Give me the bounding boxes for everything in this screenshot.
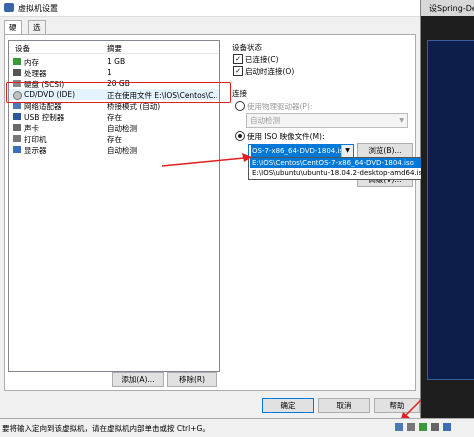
background-window: 设Spring-De <box>421 0 474 418</box>
status-text: 要将输入定向到该虚拟机，请在虚拟机内部单击或按 Ctrl+G。 <box>2 424 210 433</box>
title-bar: 虚拟机设置 <box>0 0 420 17</box>
physical-drive-select[interactable]: 自动检测 ▼ <box>246 113 408 128</box>
background-panel <box>427 40 474 380</box>
memory-icon <box>13 58 21 65</box>
iso-file-value: OS-7-x86_64-DVD-1804.iso <box>251 145 349 157</box>
device-row-sound[interactable]: 声卡 自动检测 <box>9 122 219 133</box>
device-row-printer[interactable]: 打印机 存在 <box>9 133 219 144</box>
tab-options[interactable]: 选项 <box>28 20 46 45</box>
network-icon <box>13 102 21 109</box>
background-title-text: 设Spring-De <box>429 4 474 13</box>
remove-button[interactable]: 移除(R) <box>167 372 217 387</box>
iso-option-ubuntu[interactable]: E:\IOS\ubuntu\ubuntu-18.04.2-desktop-amd… <box>250 168 427 178</box>
status-bar: 要将输入定向到该虚拟机，请在虚拟机内部单击或按 Ctrl+G。 <box>0 418 474 437</box>
device-status-title: 设备状态 <box>232 43 262 52</box>
device-row-memory[interactable]: 内存 1 GB <box>9 56 219 67</box>
add-button[interactable]: 添加(A)... <box>112 372 164 387</box>
vm-settings-dialog: 虚拟机设置 硬件 选项 设备 摘要 内存 1 GB 处理器 1 硬盘 (SCSI… <box>0 0 421 418</box>
iso-option-centos[interactable]: E:\IOS\Centos\CentOS-7-x86_64-DVD-1804.i… <box>250 158 426 168</box>
background-titlebar: 设Spring-De <box>421 0 474 16</box>
device-column-header: 设备 <box>15 44 30 53</box>
physical-drive-radio[interactable] <box>235 101 245 111</box>
vmware-logo-icon <box>4 3 14 12</box>
connected-label: 已连接(C) <box>245 55 279 64</box>
usb-status-icon[interactable] <box>419 423 427 431</box>
device-summary: 1 GB <box>107 57 126 66</box>
device-summary: 1 <box>107 68 112 77</box>
cddvd-highlight-box <box>6 82 231 103</box>
sound-status-icon[interactable] <box>431 423 439 431</box>
display-status-icon[interactable] <box>443 423 451 431</box>
iso-file-combo[interactable]: OS-7-x86_64-DVD-1804.iso ▼ <box>248 144 354 158</box>
connection-title: 连接 <box>232 89 247 98</box>
physical-drive-label: 使用物理驱动器(P): <box>247 102 313 111</box>
window-title: 虚拟机设置 <box>18 4 58 13</box>
chevron-down-icon[interactable]: ▼ <box>341 145 353 157</box>
cancel-button[interactable]: 取消 <box>318 398 370 413</box>
summary-column-header: 摘要 <box>107 44 122 53</box>
connect-on-start-label: 启动时连接(O) <box>245 67 295 76</box>
cpu-icon <box>13 69 21 76</box>
device-row-usb[interactable]: USB 控制器 存在 <box>9 111 219 122</box>
device-row-processor[interactable]: 处理器 1 <box>9 67 219 78</box>
device-list-header: 设备 摘要 <box>9 41 219 54</box>
network-status-icon[interactable] <box>407 423 415 431</box>
iso-file-dropdown[interactable]: E:\IOS\Centos\CentOS-7-x86_64-DVD-1804.i… <box>248 157 428 180</box>
browse-button[interactable]: 浏览(B)... <box>357 143 413 158</box>
connected-checkbox[interactable]: ✓ <box>233 54 243 64</box>
iso-file-radio[interactable] <box>235 131 245 141</box>
printer-icon <box>13 135 21 142</box>
connect-on-start-checkbox[interactable]: ✓ <box>233 66 243 76</box>
ok-button[interactable]: 确定 <box>262 398 314 413</box>
red-arrow-annotation <box>161 153 252 167</box>
sound-icon <box>13 124 21 131</box>
physical-drive-value: 自动检测 <box>250 116 280 125</box>
usb-icon <box>13 113 21 120</box>
chevron-down-icon: ▼ <box>399 117 404 124</box>
display-icon <box>13 146 21 153</box>
device-name: 显示器 <box>24 146 47 155</box>
iso-file-label: 使用 ISO 映像文件(M): <box>247 132 325 141</box>
cd-status-icon[interactable] <box>395 423 403 431</box>
